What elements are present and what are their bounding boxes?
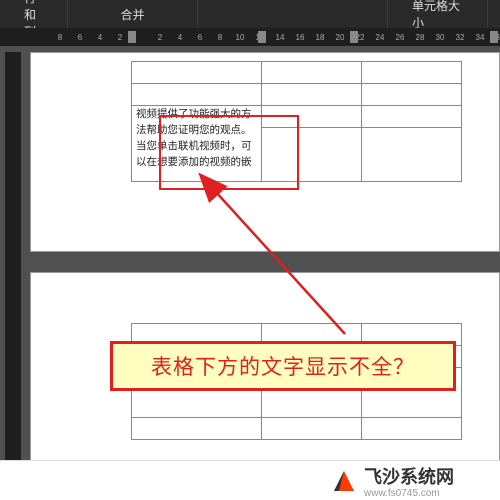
document-workspace: 视频提供了功能强大的方 法帮助您证明您的观点。 当您单击联机视频时，可 以在想要… [0, 46, 500, 500]
footer-logo: 飞沙系统网 www.fs0745.com [330, 463, 454, 499]
ruler-tick: 2 [110, 33, 130, 42]
ruler-tick: 20 [330, 33, 350, 42]
table-row [132, 418, 462, 440]
cell-text-line: 当您单击联机视频时，可 [132, 138, 261, 154]
cell-text-line: 视频提供了功能强大的方 [132, 106, 261, 122]
ruler-tick: 28 [410, 33, 430, 42]
tab-cellsize[interactable]: 单元格大小 [388, 0, 488, 28]
table-cell[interactable] [262, 128, 362, 182]
table-cell[interactable] [262, 106, 362, 128]
logo-icon [330, 467, 358, 495]
ruler-tick: 30 [430, 33, 450, 42]
ruler-tick: 2 [150, 33, 170, 42]
ruler-tick: 6 [70, 33, 90, 42]
table-cell[interactable] [362, 84, 462, 106]
table-cell[interactable] [132, 418, 262, 440]
column-handle[interactable] [258, 31, 266, 43]
column-handle[interactable] [350, 31, 358, 43]
ruler-tick: 6 [190, 33, 210, 42]
ruler-tick: 32 [450, 33, 470, 42]
ruler-tick: 4 [170, 33, 190, 42]
footer-name: 飞沙系统网 [364, 463, 454, 489]
table-page1[interactable]: 视频提供了功能强大的方 法帮助您证明您的观点。 当您单击联机视频时，可 以在想要… [131, 61, 462, 182]
table-cell[interactable] [362, 62, 462, 84]
column-handle[interactable] [128, 31, 136, 43]
table-cell[interactable] [132, 62, 262, 84]
tab-merge-label: 合并 [120, 6, 144, 23]
table-cell[interactable] [132, 84, 262, 106]
ruler-tick: 18 [310, 33, 330, 42]
ruler-tick: 10 [230, 33, 250, 42]
table-cell[interactable] [362, 128, 462, 182]
page-1[interactable]: 视频提供了功能强大的方 法帮助您证明您的观点。 当您单击联机视频时，可 以在想要… [30, 52, 500, 252]
table-cell[interactable] [362, 418, 462, 440]
ruler-tick: 16 [290, 33, 310, 42]
table-row [132, 84, 462, 106]
cell-text-line: 以在想要添加的视频的嵌 [132, 154, 261, 170]
ruler-tick: 14 [270, 33, 290, 42]
table-cell[interactable] [362, 106, 462, 128]
ruler-tick: 24 [370, 33, 390, 42]
column-handle[interactable] [490, 31, 498, 43]
ruler-tick: 34 [470, 33, 490, 42]
table-row [132, 62, 462, 84]
ruler-tick: 8 [210, 33, 230, 42]
horizontal-ruler[interactable]: 8642246810121416182022242628303234363840 [0, 28, 500, 46]
callout-text: 表格下方的文字显示不全？ [151, 351, 415, 381]
tab-row-col[interactable]: 行和列 [0, 0, 68, 28]
footer-url: www.fs0745.com [364, 488, 454, 499]
table-cell[interactable] [262, 62, 362, 84]
text-cell[interactable]: 视频提供了功能强大的方 法帮助您证明您的观点。 当您单击联机视频时，可 以在想要… [132, 106, 262, 182]
vertical-ruler[interactable] [5, 52, 21, 500]
table-cell[interactable] [262, 84, 362, 106]
cell-text-line: 法帮助您证明您的观点。 [132, 122, 261, 138]
table-row: 视频提供了功能强大的方 法帮助您证明您的观点。 当您单击联机视频时，可 以在想要… [132, 106, 462, 128]
footer-watermark: 飞沙系统网 www.fs0745.com [0, 460, 500, 500]
tab-merge-group[interactable]: 合并 [68, 0, 198, 28]
ruler-tick: 8 [50, 33, 70, 42]
ruler-tick: 26 [390, 33, 410, 42]
tab-spacer [198, 0, 388, 28]
callout-box: 表格下方的文字显示不全？ [110, 341, 456, 391]
tab-cellsize-label: 单元格大小 [412, 0, 463, 31]
table-cell[interactable] [262, 418, 362, 440]
ruler-tick: 4 [90, 33, 110, 42]
top-tabbar: 行和列 合并 单元格大小 [0, 0, 500, 28]
